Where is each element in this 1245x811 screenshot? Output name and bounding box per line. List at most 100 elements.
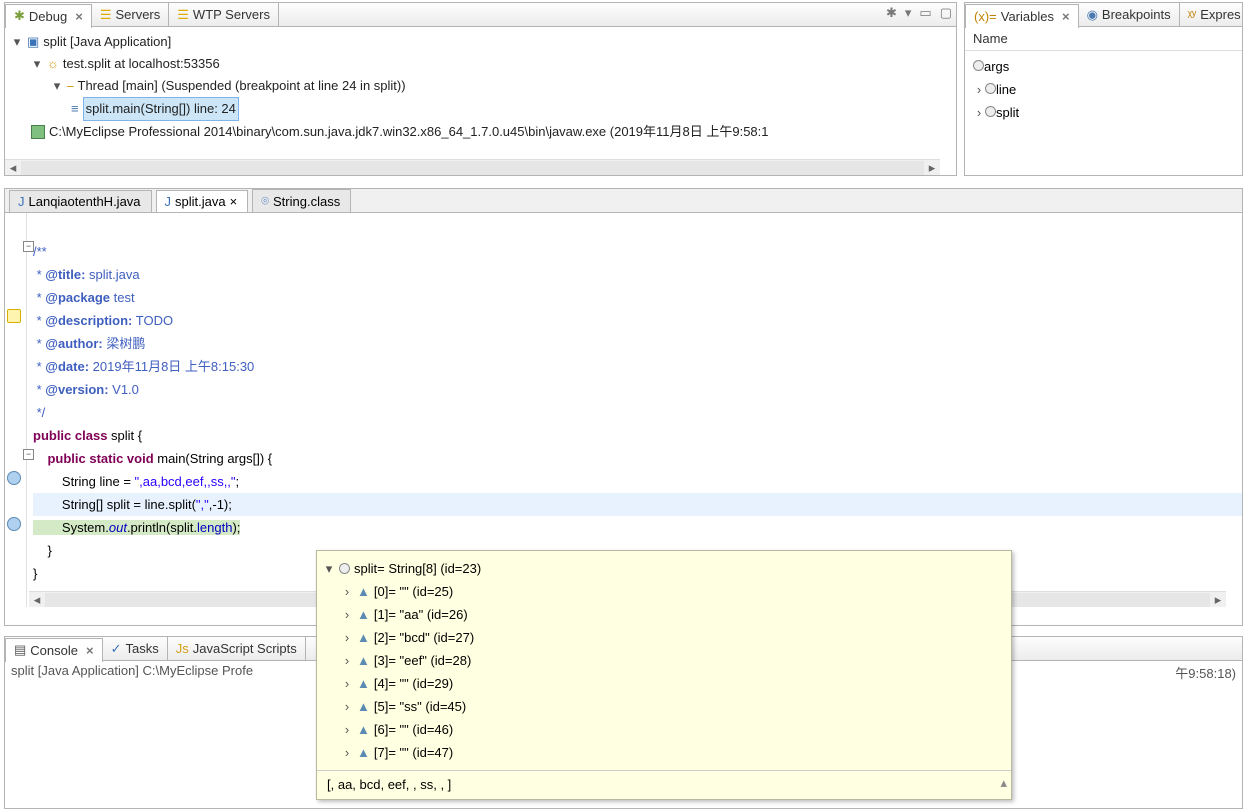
scroll-up-icon[interactable]: ▴ bbox=[1000, 775, 1007, 791]
twistie-icon[interactable]: › bbox=[341, 580, 353, 603]
scroll-left-icon[interactable]: ◂ bbox=[29, 588, 45, 607]
tab-wtp-servers[interactable]: ☰WTP Servers bbox=[169, 3, 279, 27]
hover-item[interactable]: [0]= "" (id=25) bbox=[374, 580, 453, 603]
array-element-icon: ▲ bbox=[357, 672, 370, 695]
close-icon[interactable]: × bbox=[230, 194, 238, 209]
twistie-icon[interactable]: ▾ bbox=[323, 557, 335, 580]
tab-breakpoints[interactable]: ◉Breakpoints bbox=[1079, 3, 1180, 27]
var-args[interactable]: args bbox=[984, 59, 1009, 74]
tree-item-process[interactable]: C:\MyEclipse Professional 2014\binary\co… bbox=[49, 121, 769, 143]
var-split[interactable]: split bbox=[996, 105, 1019, 120]
hover-item[interactable]: [7]= "" (id=47) bbox=[374, 741, 453, 764]
tree-item-target[interactable]: test.split at localhost:53356 bbox=[63, 53, 220, 75]
tab-tasks[interactable]: ✓ Tasks bbox=[103, 637, 168, 661]
warning-marker-icon[interactable] bbox=[7, 309, 21, 323]
variable-icon bbox=[973, 60, 984, 71]
hover-detail: [, aa, bcd, eef, , ss, , ] ▴ bbox=[317, 770, 1011, 799]
hover-item[interactable]: [6]= "" (id=46) bbox=[374, 718, 453, 741]
twistie-icon[interactable]: › bbox=[341, 741, 353, 764]
twistie-icon[interactable]: › bbox=[973, 101, 985, 124]
var-line[interactable]: line bbox=[996, 82, 1016, 97]
bug-icon: ✱ bbox=[14, 8, 25, 24]
field-length: length bbox=[197, 520, 232, 535]
twistie-icon[interactable]: › bbox=[341, 626, 353, 649]
breakpoint-icon[interactable] bbox=[7, 517, 21, 531]
jdoc-open: /** bbox=[33, 244, 47, 259]
editor-tab-stringclass[interactable]: ⌾String.class bbox=[252, 189, 351, 212]
hover-item[interactable]: [2]= "bcd" (id=27) bbox=[374, 626, 474, 649]
class-name: split { bbox=[111, 428, 142, 443]
code-text: ,-1); bbox=[209, 497, 232, 512]
tab-label: Tasks bbox=[126, 641, 159, 656]
tab-expressions[interactable]: ᵡʸExpres bbox=[1180, 3, 1245, 27]
stackframe-icon: ≡ bbox=[71, 98, 79, 120]
hover-tostring: [, aa, bcd, eef, , ss, , ] bbox=[327, 777, 451, 792]
hover-root[interactable]: split= String[8] (id=23) bbox=[354, 557, 481, 580]
tab-debug[interactable]: ✱Debug× bbox=[5, 4, 92, 28]
array-element-icon: ▲ bbox=[357, 603, 370, 626]
fold-icon[interactable]: − bbox=[23, 449, 34, 460]
tab-label: WTP Servers bbox=[193, 7, 270, 22]
java-file-icon: J bbox=[18, 194, 25, 209]
twistie-icon[interactable]: › bbox=[341, 695, 353, 718]
variables-tree[interactable]: args › line › split bbox=[965, 51, 1242, 128]
variables-tabbar: (x)=Variables× ◉Breakpoints ᵡʸExpres bbox=[965, 3, 1242, 27]
tasks-icon: ✓ bbox=[111, 641, 122, 657]
gutter[interactable]: − − bbox=[5, 213, 27, 607]
breakpoint-icon[interactable] bbox=[7, 471, 21, 485]
hover-tree[interactable]: ▾split= String[8] (id=23) ›▲[0]= "" (id=… bbox=[317, 551, 1011, 770]
method-sig: main(String args[]) { bbox=[157, 451, 272, 466]
thread-icon: ⎯ bbox=[67, 75, 74, 97]
editor-tab-split[interactable]: Jsplit.java× bbox=[156, 190, 249, 212]
close-icon[interactable]: × bbox=[75, 9, 83, 24]
console-process-label: split [Java Application] C:\MyEclipse Pr… bbox=[11, 663, 253, 682]
scrollbar-horizontal[interactable] bbox=[21, 161, 924, 175]
code-text: .println(split. bbox=[127, 520, 197, 535]
twistie-icon[interactable]: › bbox=[341, 672, 353, 695]
tab-label: Servers bbox=[115, 7, 160, 22]
twistie-icon[interactable]: ▾ bbox=[31, 53, 43, 75]
twistie-icon[interactable]: › bbox=[341, 649, 353, 672]
hover-item[interactable]: [4]= "" (id=29) bbox=[374, 672, 453, 695]
twistie-icon[interactable]: › bbox=[341, 718, 353, 741]
toolbar-icons: ✱ ▾ ▭ ▢ bbox=[886, 5, 952, 21]
scroll-right-icon[interactable]: ▸ bbox=[924, 160, 940, 176]
class-file-icon: ⌾ bbox=[261, 193, 269, 209]
twistie-icon[interactable]: › bbox=[973, 78, 985, 101]
string-literal: "," bbox=[196, 497, 209, 512]
hover-item[interactable]: [3]= "eef" (id=28) bbox=[374, 649, 471, 672]
tree-item-app[interactable]: split [Java Application] bbox=[43, 31, 171, 53]
twistie-icon[interactable]: ▾ bbox=[51, 75, 63, 97]
tab-variables[interactable]: (x)=Variables× bbox=[965, 4, 1079, 28]
minimize-icon[interactable]: ▭ bbox=[919, 5, 931, 21]
hover-item[interactable]: [5]= "ss" (id=45) bbox=[374, 695, 466, 718]
column-header-name[interactable]: Name bbox=[965, 27, 1242, 51]
maximize-icon[interactable]: ▢ bbox=[940, 5, 952, 21]
tab-js-scripts[interactable]: JsJavaScript Scripts bbox=[168, 637, 306, 661]
twistie-icon[interactable]: › bbox=[341, 603, 353, 626]
hover-item[interactable]: [1]= "aa" (id=26) bbox=[374, 603, 468, 626]
scroll-right-icon[interactable]: ▸ bbox=[1210, 588, 1226, 607]
menu-icon[interactable]: ▾ bbox=[905, 5, 912, 21]
scroll-left-icon[interactable]: ◂ bbox=[5, 160, 21, 176]
tree-item-frame[interactable]: split.main(String[]) line: 24 bbox=[83, 97, 239, 121]
close-icon[interactable]: × bbox=[86, 643, 94, 658]
console-icon: ▤ bbox=[14, 642, 26, 658]
close-icon[interactable]: × bbox=[1062, 9, 1070, 24]
debug-tree[interactable]: ▾▣split [Java Application] ▾☼test.split … bbox=[5, 27, 956, 155]
tab-console[interactable]: ▤Console× bbox=[5, 638, 103, 662]
variable-icon bbox=[339, 563, 350, 574]
variable-icon bbox=[985, 83, 996, 94]
tree-item-thread[interactable]: Thread [main] (Suspended (breakpoint at … bbox=[78, 75, 406, 97]
pin-icon[interactable]: ✱ bbox=[886, 5, 897, 21]
twistie-icon[interactable]: ▾ bbox=[11, 31, 23, 53]
array-element-icon: ▲ bbox=[357, 695, 370, 718]
tab-label: JavaScript Scripts bbox=[193, 641, 297, 656]
server-icon: ☰ bbox=[100, 7, 112, 23]
code-editor[interactable]: − − /** * @title: split.java * @package … bbox=[5, 213, 1242, 607]
editor-tab-lanqiao[interactable]: JLanqiaotenthH.java bbox=[9, 190, 152, 212]
code-body[interactable]: /** * @title: split.java * @package test… bbox=[33, 217, 1242, 585]
fold-icon[interactable]: − bbox=[23, 241, 34, 252]
editor-tabbar: JLanqiaotenthH.java Jsplit.java× ⌾String… bbox=[5, 189, 1242, 213]
tab-servers[interactable]: ☰Servers bbox=[92, 3, 169, 27]
